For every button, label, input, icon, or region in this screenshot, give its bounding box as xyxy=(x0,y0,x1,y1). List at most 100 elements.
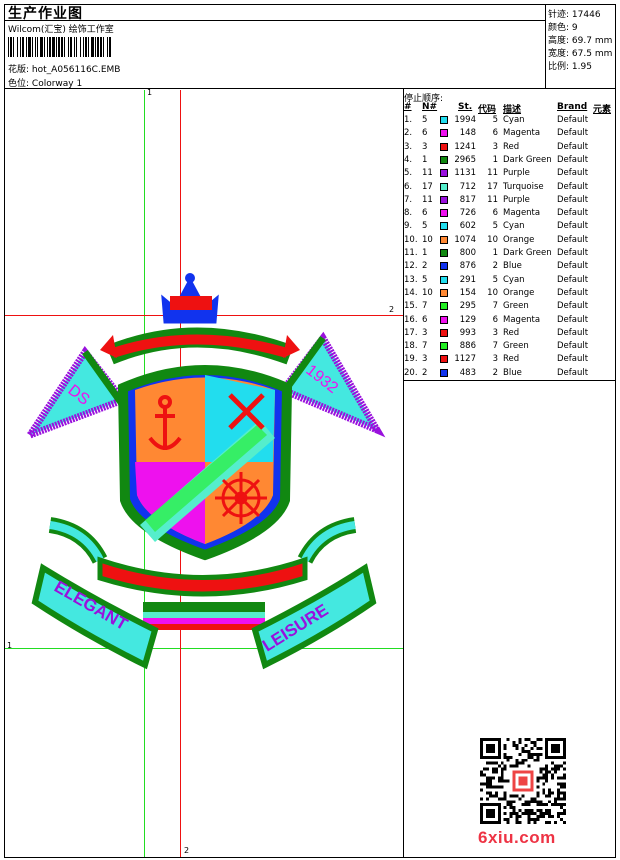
stop-sequence-row: 20. 2 483 2 Blue Default xyxy=(404,368,616,381)
thread-color-swatch xyxy=(440,315,448,324)
cell-n: 6 xyxy=(422,128,428,139)
cell-n: 1 xyxy=(422,154,428,165)
thread-color-swatch xyxy=(440,116,448,124)
cell-code: 3 xyxy=(492,354,498,365)
cell-code: 17 xyxy=(487,181,498,192)
col-element: 元素 xyxy=(593,105,612,115)
cell-code: 5 xyxy=(492,221,498,232)
thread-color-swatch xyxy=(440,195,448,204)
cell-st: 876 xyxy=(459,261,476,272)
title-divider xyxy=(4,20,545,21)
cell-brand: Default xyxy=(557,208,589,219)
cell-desc: Magenta xyxy=(503,314,541,325)
cell-st: 800 xyxy=(459,248,476,258)
thread-color-swatch xyxy=(440,235,448,244)
stop-sequence-row: 1. 5 1994 5 Cyan Default xyxy=(404,115,616,128)
stop-sequence-header: # N# St. 代码 描述 Brand 元素 xyxy=(404,102,616,115)
guide-label-right-2: 2 xyxy=(389,305,395,314)
cell-n: 2 xyxy=(422,261,428,272)
guide-label-bottom-2: 2 xyxy=(184,846,190,855)
cell-idx: 14. xyxy=(404,287,418,298)
cell-code: 3 xyxy=(492,141,498,152)
cell-idx: 3. xyxy=(404,141,413,152)
cell-idx: 11. xyxy=(404,248,418,258)
design-label: 花版: xyxy=(8,65,30,75)
col-code: 代码 xyxy=(478,105,497,115)
cell-n: 17 xyxy=(422,181,433,192)
company-name: Wilcom(汇宝) 绘饰工作室 xyxy=(8,25,114,35)
stop-sequence-row: 10. 10 1074 10 Orange Default xyxy=(404,235,616,248)
cell-desc: Turquoise xyxy=(503,181,544,192)
sheet-title: 生产作业图 xyxy=(8,6,83,22)
colorway-line: 色位: Colorway 1 xyxy=(8,76,82,89)
cell-n: 10 xyxy=(422,287,433,298)
cell-desc: Green xyxy=(503,341,529,352)
upper-arch-banner xyxy=(100,327,300,365)
cell-n: 6 xyxy=(422,314,428,325)
cell-desc: Orange xyxy=(503,234,535,245)
cell-code: 10 xyxy=(487,287,498,298)
thread-color-swatch xyxy=(440,275,448,284)
cell-idx: 5. xyxy=(404,168,413,179)
stop-sequence-row: 19. 3 1127 3 Red Default xyxy=(404,354,616,367)
cell-st: 993 xyxy=(459,327,476,338)
cell-brand: Default xyxy=(557,234,589,245)
cell-desc: Dark Green xyxy=(503,154,552,165)
cell-idx: 19. xyxy=(404,354,418,365)
cell-st: 886 xyxy=(459,341,476,352)
guide-label-top-1: 1 xyxy=(147,88,153,97)
cell-brand: Default xyxy=(557,154,589,165)
cell-code: 5 xyxy=(492,274,498,285)
stop-sequence-row: 15. 7 295 7 Green Default xyxy=(404,301,616,314)
cell-code: 11 xyxy=(487,194,498,205)
thread-color-swatch xyxy=(440,262,448,271)
stop-sequence-row: 2. 6 148 6 Magenta Default xyxy=(404,128,616,141)
stop-sequence-row: 11. 1 800 1 Dark Green Default xyxy=(404,248,616,261)
site-watermark: 6xiu.com xyxy=(478,828,556,847)
cell-st: 602 xyxy=(459,221,476,232)
cell-code: 2 xyxy=(492,367,498,378)
cell-desc: Green xyxy=(503,301,529,312)
design-height: 高度: 69.7 mm xyxy=(548,36,613,46)
cell-st: 817 xyxy=(459,194,476,205)
stop-sequence-row: 18. 7 886 7 Green Default xyxy=(404,341,616,354)
cell-n: 11 xyxy=(422,194,433,205)
cell-st: 1994 xyxy=(454,115,476,125)
cell-idx: 8. xyxy=(404,208,413,219)
guide-label-left-1: 1 xyxy=(7,641,13,650)
stop-sequence-row: 12. 2 876 2 Blue Default xyxy=(404,261,616,274)
cell-desc: Magenta xyxy=(503,208,541,219)
col-description: 描述 xyxy=(503,105,522,115)
cell-code: 11 xyxy=(487,168,498,179)
cell-desc: Magenta xyxy=(503,128,541,139)
cell-n: 10 xyxy=(422,234,433,245)
stop-sequence-row: 13. 5 291 5 Cyan Default xyxy=(404,275,616,288)
cell-code: 3 xyxy=(492,327,498,338)
cell-code: 6 xyxy=(492,208,498,219)
cell-brand: Default xyxy=(557,128,589,139)
cell-brand: Default xyxy=(557,327,589,338)
cell-desc: Red xyxy=(503,354,520,365)
header-divider xyxy=(4,88,616,89)
cell-code: 2 xyxy=(492,261,498,272)
stop-sequence-row: 16. 6 129 6 Magenta Default xyxy=(404,315,616,328)
cell-desc: Purple xyxy=(503,194,530,205)
cell-n: 5 xyxy=(422,274,428,285)
cell-st: 1127 xyxy=(454,354,476,365)
cell-brand: Default xyxy=(557,314,589,325)
cell-st: 1074 xyxy=(454,234,476,245)
cell-idx: 7. xyxy=(404,194,413,205)
cell-brand: Default xyxy=(557,354,589,365)
design-width: 宽度: 67.5 mm xyxy=(548,49,613,59)
cell-code: 5 xyxy=(492,115,498,125)
cell-idx: 16. xyxy=(404,314,418,325)
cell-idx: 13. xyxy=(404,274,418,285)
cell-st: 2965 xyxy=(454,154,476,165)
stop-sequence-row: 7. 11 817 11 Purple Default xyxy=(404,195,616,208)
design-filename: hot_A056116C.EMB xyxy=(31,65,121,75)
thread-color-swatch xyxy=(440,169,448,178)
cell-st: 129 xyxy=(459,314,476,325)
thread-color-swatch xyxy=(440,129,448,138)
stop-sequence-row: 6. 17 712 17 Turquoise Default xyxy=(404,182,616,195)
stats-divider xyxy=(545,4,546,89)
